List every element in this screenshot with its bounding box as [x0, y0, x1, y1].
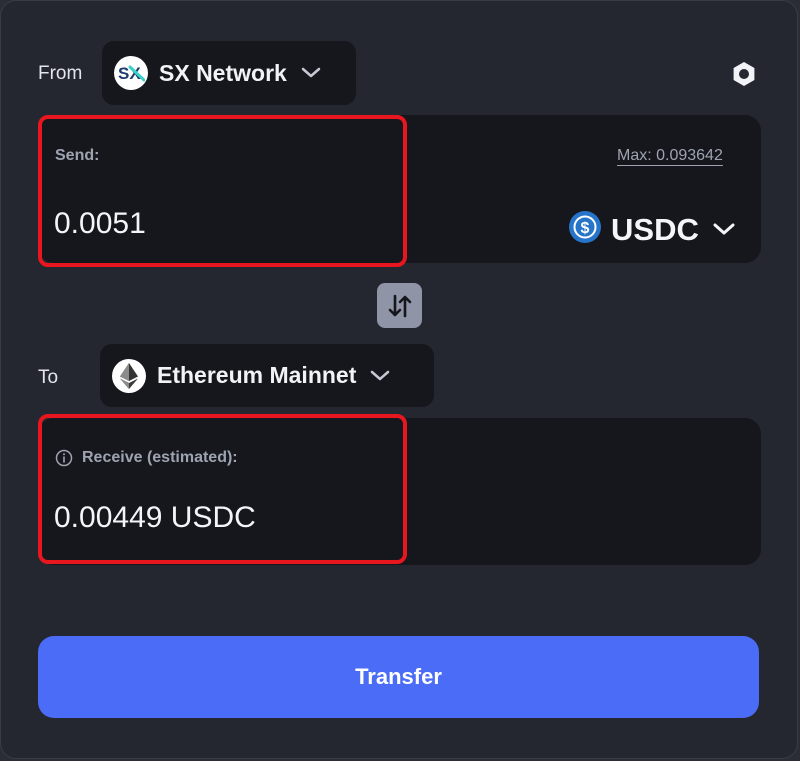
- send-amount-highlight: [38, 115, 407, 267]
- chevron-down-icon: [713, 223, 735, 236]
- usdc-icon: $: [569, 211, 601, 248]
- swap-arrows-icon: [388, 294, 411, 317]
- svg-text:$: $: [581, 220, 590, 237]
- send-label: Send:: [55, 147, 100, 164]
- sx-network-logo: SX: [114, 56, 148, 90]
- to-label: To: [38, 367, 59, 388]
- from-network-select[interactable]: SX SX Network: [102, 41, 356, 105]
- swap-direction-button[interactable]: [377, 283, 422, 328]
- from-network-name: SX Network: [159, 59, 287, 86]
- send-token-name: USDC: [611, 211, 699, 247]
- to-network-select[interactable]: Ethereum Mainnet: [100, 344, 434, 407]
- max-balance-link[interactable]: Max: 0.093642: [617, 147, 723, 165]
- ethereum-icon: [112, 358, 146, 393]
- receive-amount-highlight: [38, 414, 407, 564]
- send-token-select[interactable]: $ USDC: [569, 211, 735, 248]
- receive-label: Receive (estimated):: [82, 449, 238, 466]
- send-amount-input[interactable]: 0.0051: [54, 207, 146, 241]
- bridge-panel: From SX SX Network Send: 0.0051 Max: 0.0…: [0, 0, 798, 759]
- from-label: From: [38, 63, 83, 84]
- settings-gear-icon[interactable]: [731, 61, 757, 87]
- chevron-down-icon: [301, 67, 321, 79]
- info-icon: [55, 449, 73, 472]
- to-network-name: Ethereum Mainnet: [157, 362, 357, 388]
- receive-amount: 0.00449 USDC: [54, 501, 256, 534]
- transfer-button[interactable]: Transfer: [38, 636, 759, 718]
- chevron-down-icon: [370, 370, 390, 382]
